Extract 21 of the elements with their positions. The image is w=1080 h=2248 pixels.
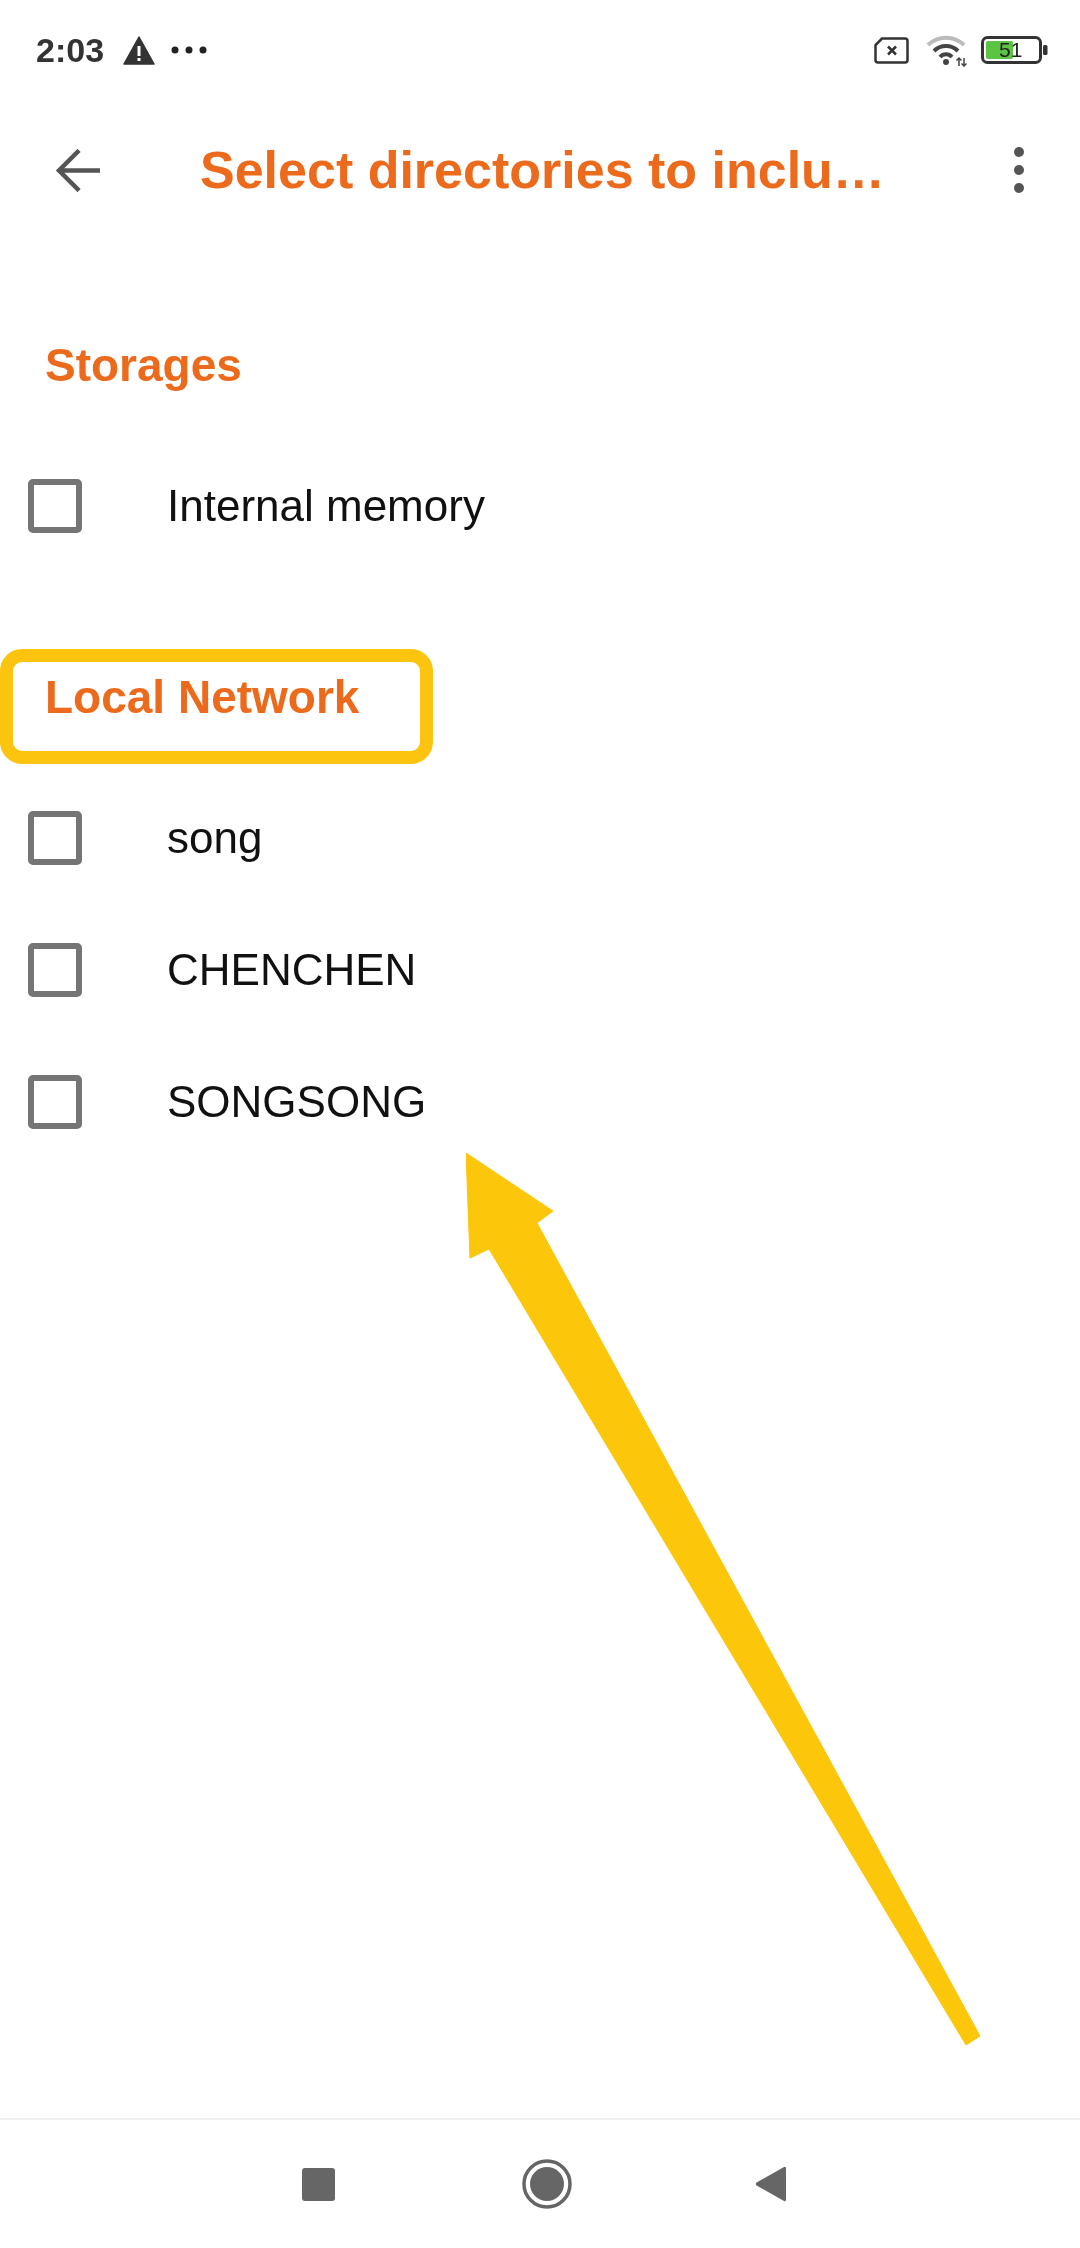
triangle-icon[interactable] xyxy=(755,2166,786,2202)
circle-icon[interactable] xyxy=(522,2159,572,2209)
section-header: Local Network xyxy=(45,670,360,725)
wifi-icon xyxy=(925,33,967,67)
section-header: Storages xyxy=(45,338,242,393)
directory-label: SONGSONG xyxy=(167,1076,427,1128)
sim-card-x-icon xyxy=(874,36,909,64)
directory-label: CHENCHEN xyxy=(167,944,417,996)
directory-label: song xyxy=(167,812,263,864)
status-time: 2:03 xyxy=(36,30,105,70)
toolbar-title: Select directories to inclu… xyxy=(200,140,886,201)
checkbox[interactable] xyxy=(28,1075,82,1129)
square-icon[interactable] xyxy=(302,2167,335,2201)
directory-label: Internal memory xyxy=(167,480,485,532)
back-arrow-icon[interactable] xyxy=(55,148,100,192)
warning-icon xyxy=(123,35,156,65)
checkbox[interactable] xyxy=(28,811,82,865)
horizontal-dots-icon xyxy=(171,46,208,54)
vertical-dots-icon[interactable] xyxy=(1013,147,1025,193)
checkbox[interactable] xyxy=(28,943,82,997)
checkbox[interactable] xyxy=(28,479,82,533)
